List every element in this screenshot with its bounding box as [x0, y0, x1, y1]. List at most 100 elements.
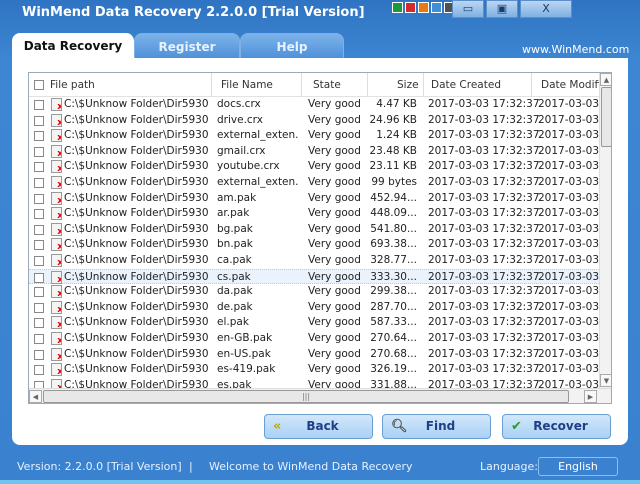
- cell-name: external_exten...: [217, 129, 299, 142]
- cell-path: C:\$Unknow Folder\Dir59305\...: [64, 191, 209, 204]
- tab-data-recovery[interactable]: Data Recovery: [12, 33, 134, 60]
- deleted-file-icon: x: [51, 160, 62, 174]
- back-button[interactable]: « Back: [264, 414, 373, 439]
- row-checkbox[interactable]: [34, 193, 44, 204]
- maximize-button[interactable]: ▣: [486, 0, 518, 18]
- table-row[interactable]: x C:\$Unknow Folder\Dir59305\... docs.cr…: [29, 97, 599, 113]
- cell-name: docs.crx: [217, 98, 261, 110]
- scroll-down-icon[interactable]: ▼: [600, 374, 611, 387]
- col-size[interactable]: Size: [397, 79, 419, 91]
- table-row[interactable]: x C:\$Unknow Folder\Dir59305\... da.pak …: [29, 284, 599, 300]
- row-checkbox[interactable]: [34, 224, 44, 235]
- table-row[interactable]: x C:\$Unknow Folder\Dir59305\... cs.pak …: [29, 268, 599, 285]
- cell-size: 693.38...: [370, 238, 417, 251]
- find-button[interactable]: 🔍︎ Find: [382, 414, 491, 439]
- website-link[interactable]: www.WinMend.com: [522, 43, 629, 56]
- col-divider[interactable]: [211, 73, 212, 97]
- scroll-up-icon[interactable]: ▲: [600, 73, 611, 86]
- col-divider[interactable]: [301, 73, 302, 97]
- scroll-thumb[interactable]: [601, 87, 611, 147]
- cell-name: external_exten...: [217, 176, 299, 188]
- row-checkbox[interactable]: [34, 131, 44, 142]
- cell-modified: 2017-03-03 1: [538, 300, 599, 313]
- recover-button[interactable]: ✔ Recover: [502, 414, 611, 439]
- vertical-scrollbar[interactable]: ▲ ▼: [599, 73, 611, 388]
- col-date-modified[interactable]: Date Modifie: [541, 79, 599, 91]
- col-file-name[interactable]: File Name: [221, 79, 273, 91]
- deleted-file-icon: x: [51, 222, 62, 236]
- skin-color-swatch[interactable]: [405, 2, 416, 13]
- row-checkbox[interactable]: [34, 178, 44, 188]
- row-checkbox[interactable]: [34, 365, 44, 376]
- cell-modified: 2017-03-03 1: [538, 316, 599, 329]
- cell-path: C:\$Unknow Folder\Dir59305\...: [64, 347, 209, 360]
- table-row[interactable]: x C:\$Unknow Folder\Dir59305\... externa…: [29, 128, 599, 144]
- table-row[interactable]: x C:\$Unknow Folder\Dir59305\... externa…: [29, 175, 599, 191]
- table-row[interactable]: x C:\$Unknow Folder\Dir59305\... gmail.c…: [29, 144, 599, 160]
- cell-size: 299.38...: [370, 285, 417, 298]
- table-row[interactable]: x C:\$Unknow Folder\Dir59305\... bn.pak …: [29, 237, 599, 253]
- cell-created: 2017-03-03 17:32:37: [428, 160, 540, 173]
- table-row[interactable]: x C:\$Unknow Folder\Dir59305\... en-GB.p…: [29, 331, 599, 347]
- deleted-file-icon: x: [51, 285, 62, 299]
- row-checkbox[interactable]: [34, 318, 44, 329]
- row-checkbox[interactable]: [34, 162, 44, 173]
- cell-size: 541.80...: [370, 222, 417, 235]
- cell-size: 328.77...: [370, 254, 417, 266]
- row-checkbox[interactable]: [34, 302, 44, 313]
- cell-name: da.pak: [217, 285, 253, 298]
- skin-color-swatch[interactable]: [418, 2, 429, 13]
- cell-modified: 2017-03-03 1: [538, 238, 599, 251]
- row-checkbox[interactable]: [34, 349, 44, 360]
- scroll-left-icon[interactable]: ◀: [29, 390, 42, 403]
- table-row[interactable]: x C:\$Unknow Folder\Dir59305\... drive.c…: [29, 113, 599, 129]
- select-all-checkbox[interactable]: [34, 80, 44, 90]
- col-divider[interactable]: [367, 73, 368, 97]
- close-button[interactable]: X: [520, 0, 572, 18]
- deleted-file-icon: x: [51, 144, 62, 158]
- window-title: WinMend Data Recovery 2.2.0.0 [Trial Ver…: [22, 5, 365, 20]
- scroll-thumb[interactable]: |||: [43, 390, 569, 403]
- table-row[interactable]: x C:\$Unknow Folder\Dir59305\... youtube…: [29, 159, 599, 175]
- cell-created: 2017-03-03 17:32:37: [428, 347, 540, 360]
- deleted-file-icon: x: [51, 270, 62, 284]
- table-row[interactable]: x C:\$Unknow Folder\Dir59305\... de.pak …: [29, 300, 599, 316]
- row-checkbox[interactable]: [34, 240, 44, 251]
- col-divider[interactable]: [531, 73, 532, 97]
- minimize-button[interactable]: ▭: [452, 0, 484, 18]
- row-checkbox[interactable]: [34, 334, 44, 344]
- skin-color-swatch[interactable]: [392, 2, 403, 13]
- col-file-path[interactable]: File path: [50, 79, 95, 91]
- horizontal-scrollbar[interactable]: ◀ ||| ▶: [29, 388, 611, 403]
- tab-help[interactable]: Help: [240, 33, 344, 59]
- cell-name: cs.pak: [217, 270, 251, 283]
- col-state[interactable]: State: [313, 79, 341, 91]
- col-date-created[interactable]: Date Created: [431, 79, 501, 91]
- version-text: Version: 2.2.0.0 [Trial Version]: [17, 460, 182, 473]
- row-checkbox[interactable]: [34, 146, 44, 157]
- row-checkbox[interactable]: [34, 272, 44, 283]
- language-select[interactable]: English: [538, 457, 618, 476]
- deleted-file-icon: x: [51, 129, 62, 143]
- table-row[interactable]: x C:\$Unknow Folder\Dir59305\... bg.pak …: [29, 222, 599, 238]
- row-checkbox[interactable]: [34, 287, 44, 298]
- cell-state: Very good: [308, 129, 361, 142]
- table-row[interactable]: x C:\$Unknow Folder\Dir59305\... ca.pak …: [29, 253, 599, 269]
- table-row[interactable]: x C:\$Unknow Folder\Dir59305\... el.pak …: [29, 315, 599, 331]
- row-checkbox[interactable]: [34, 209, 44, 220]
- row-checkbox[interactable]: [34, 115, 44, 126]
- table-row[interactable]: x C:\$Unknow Folder\Dir59305\... ar.pak …: [29, 206, 599, 222]
- cell-modified: 2017-03-03 1: [538, 160, 599, 173]
- row-checkbox[interactable]: [34, 256, 44, 266]
- cell-created: 2017-03-03 17:32:37: [428, 363, 540, 376]
- table-row[interactable]: x C:\$Unknow Folder\Dir59305\... am.pak …: [29, 191, 599, 207]
- cell-state: Very good: [308, 98, 361, 110]
- row-checkbox[interactable]: [34, 100, 44, 110]
- tab-register[interactable]: Register: [134, 33, 240, 59]
- table-row[interactable]: x C:\$Unknow Folder\Dir59305\... en-US.p…: [29, 347, 599, 363]
- col-divider[interactable]: [423, 73, 424, 97]
- scroll-right-icon[interactable]: ▶: [584, 390, 597, 403]
- skin-color-swatch[interactable]: [431, 2, 442, 13]
- table-row[interactable]: x C:\$Unknow Folder\Dir59305\... es-419.…: [29, 362, 599, 378]
- cell-state: Very good: [308, 285, 361, 298]
